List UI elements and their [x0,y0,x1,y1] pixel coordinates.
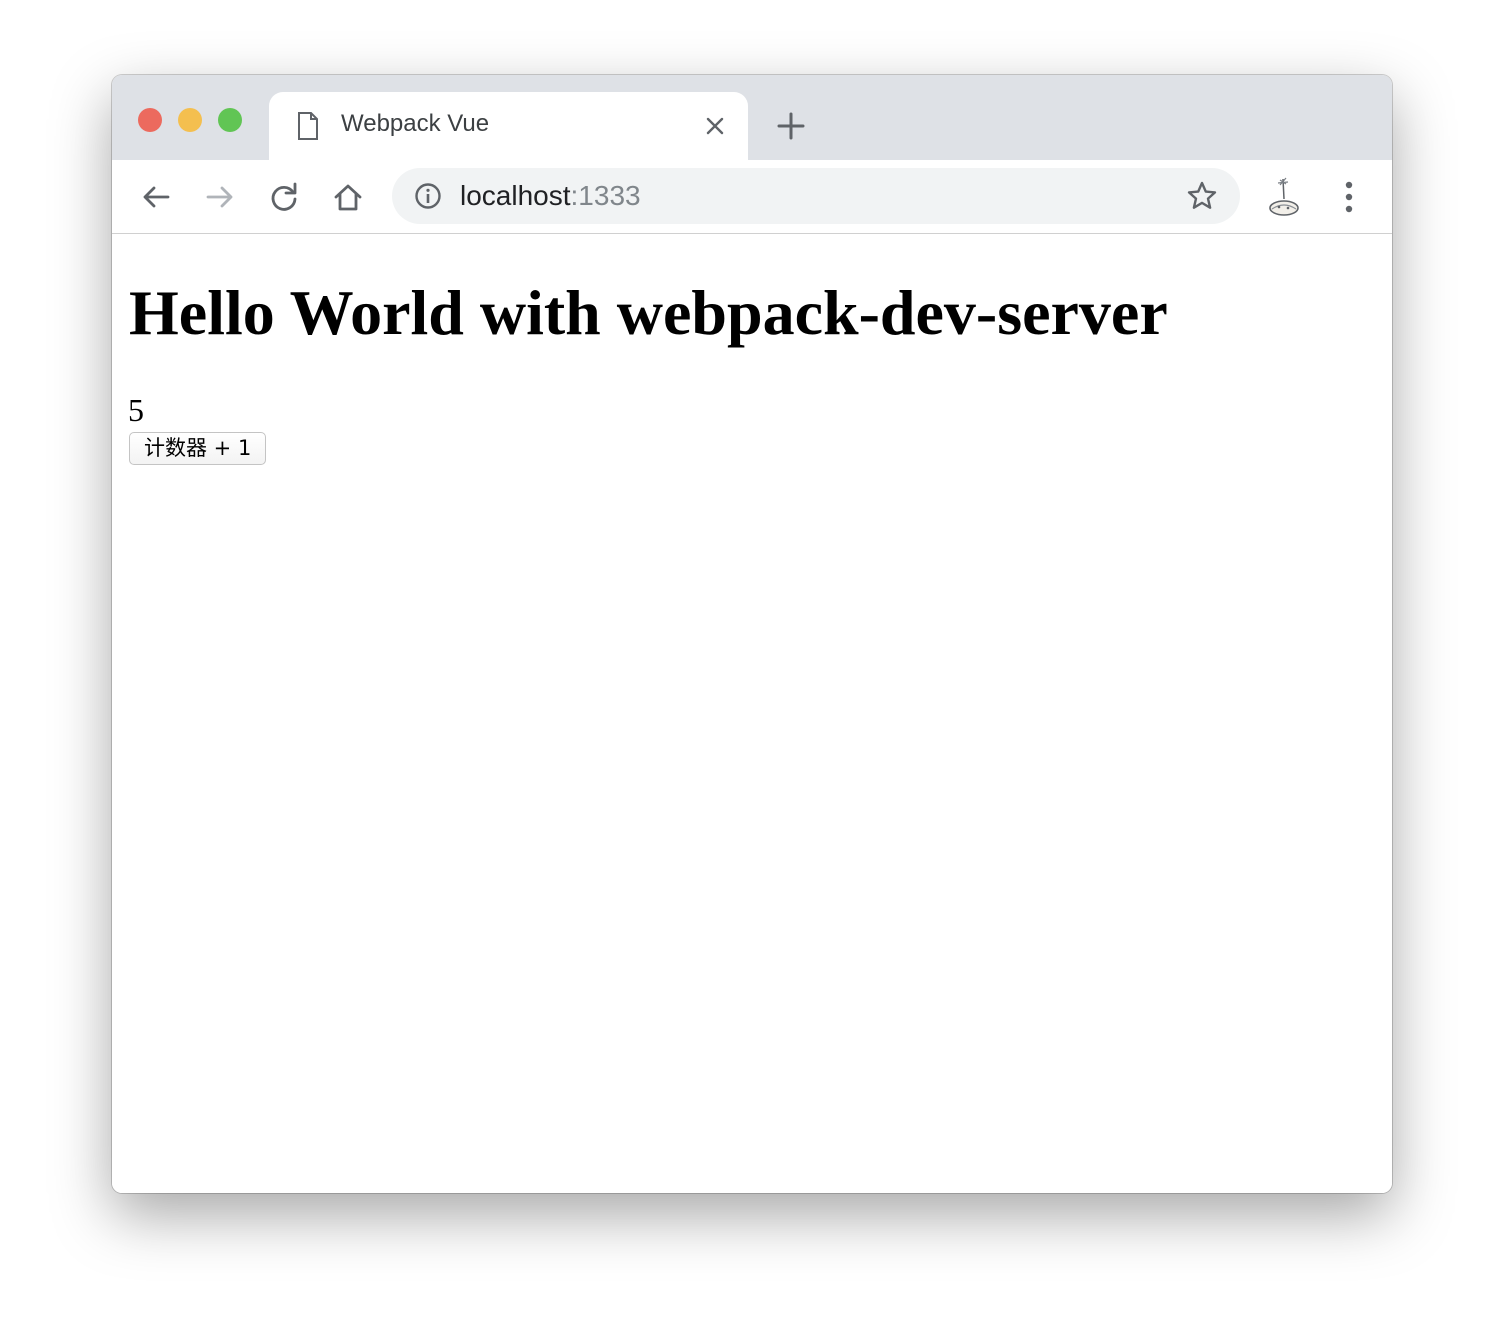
plus-icon[interactable] [776,111,806,141]
increment-counter-button[interactable]: 计数器 + 1 [129,432,267,465]
browser-window: Webpack Vue localhost:1333 Hello World w… [112,75,1392,1193]
reload-icon[interactable] [268,181,300,213]
home-icon[interactable] [332,181,364,213]
close-icon[interactable] [703,114,727,138]
window-minimize-button[interactable] [178,108,202,132]
address-url[interactable]: localhost:1333 [460,180,641,212]
more-vertical-icon[interactable] [1334,180,1364,214]
address-bar[interactable]: localhost:1333 [392,168,1240,224]
address-port: :1333 [570,180,641,211]
window-maximize-button[interactable] [218,108,242,132]
extension-icon[interactable] [1264,175,1304,219]
browser-toolbar: localhost:1333 [112,160,1392,234]
window-close-button[interactable] [138,108,162,132]
page-content: Hello World with webpack-dev-server 5 计数… [112,234,1392,1193]
tab-strip: Webpack Vue [112,75,1392,160]
back-arrow-icon[interactable] [140,181,172,213]
page-icon [298,112,318,140]
browser-tab[interactable]: Webpack Vue [269,92,748,160]
page-heading: Hello World with webpack-dev-server [129,277,1168,348]
address-host: localhost [460,180,571,211]
info-icon[interactable] [414,182,442,210]
forward-arrow-icon[interactable] [204,181,236,213]
star-icon[interactable] [1186,180,1218,212]
tab-title: Webpack Vue [341,110,490,137]
counter-value: 5 [128,392,144,428]
